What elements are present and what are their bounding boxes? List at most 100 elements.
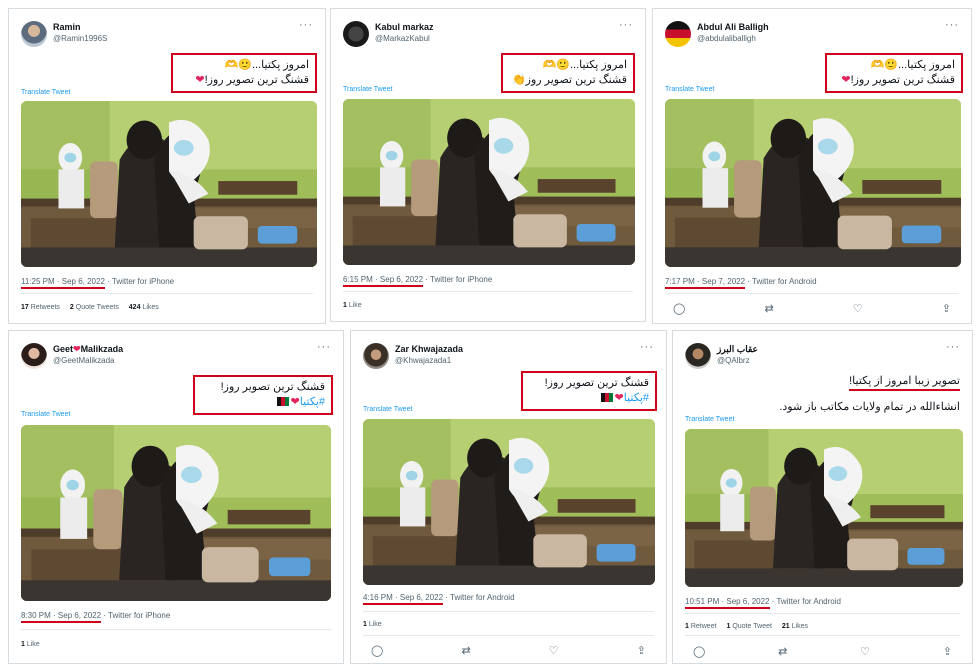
share-icon[interactable]: ⇪: [942, 302, 951, 315]
tweet-photo[interactable]: [343, 99, 635, 265]
avatar[interactable]: [21, 21, 47, 47]
avatar[interactable]: [21, 343, 47, 369]
reply-icon[interactable]: ◯: [673, 302, 685, 315]
user-handle[interactable]: @Ramin1996S: [53, 34, 107, 43]
tweet-photo[interactable]: [363, 419, 655, 585]
user-handle[interactable]: @abdulaliballigh: [697, 34, 756, 43]
display-name[interactable]: Ramin: [53, 22, 81, 32]
display-name[interactable]: Kabul markaz: [375, 22, 434, 32]
translate-tweet-link[interactable]: Translate Tweet: [363, 406, 412, 413]
tweet-card[interactable]: عقاب البرز @QAlbrz ··· تصویر زیبا امروز …: [672, 330, 973, 664]
tweet-card[interactable]: Ramin @Ramin1996S ··· امروز پکتیا...🙂🫶 ق…: [8, 8, 326, 324]
display-name[interactable]: عقاب البرز: [717, 344, 758, 355]
user-handle[interactable]: @GeetMalikzada: [53, 356, 114, 365]
photo-image: [363, 419, 655, 585]
tweet-text-line: قشنگ ترین تصویر روز👏: [511, 74, 627, 86]
translate-tweet-link[interactable]: Translate Tweet: [21, 411, 70, 418]
divider: [343, 291, 633, 292]
tweet-card[interactable]: Kabul markaz @MarkazKabul ··· امروز پکتی…: [330, 8, 646, 322]
tweet-stats: 1 Retweet 1 Quote Tweet 21 Likes: [685, 623, 816, 630]
tweet-timestamp[interactable]: 8:30 PM · Sep 6, 2022: [21, 611, 102, 623]
tweet-photo[interactable]: [665, 99, 961, 267]
hashtag-link[interactable]: #پکتیا: [300, 396, 325, 408]
user-handle[interactable]: @QAlbrz: [717, 356, 750, 365]
avatar[interactable]: [343, 21, 369, 47]
divider: [363, 635, 654, 636]
share-icon[interactable]: ⇪: [943, 645, 952, 658]
translate-tweet-link[interactable]: Translate Tweet: [665, 86, 714, 93]
like-icon[interactable]: ♡: [549, 644, 559, 657]
avatar[interactable]: [665, 21, 691, 47]
more-icon[interactable]: ···: [299, 19, 313, 31]
translate-tweet-link[interactable]: Translate Tweet: [685, 416, 734, 423]
tweet-text-line: قشنگ ترین تصویر روز!❤: [833, 73, 955, 88]
tweet-header: Ramin @Ramin1996S ···: [21, 19, 313, 51]
divider: [21, 629, 331, 630]
reply-icon[interactable]: ◯: [371, 644, 383, 657]
tweet-timestamp[interactable]: 6:15 PM · Sep 6, 2022: [343, 275, 424, 287]
tweet-text-line: امروز پکتیا...🙂🫶: [224, 59, 309, 71]
tweet-photo[interactable]: [21, 425, 331, 601]
tweet-header: Geet❤Malikzada @GeetMalikzada ···: [21, 341, 331, 373]
display-name[interactable]: Abdul Ali Balligh: [697, 22, 769, 32]
more-icon[interactable]: ···: [945, 19, 959, 31]
divider: [21, 293, 313, 294]
photo-image: [343, 99, 635, 265]
more-icon[interactable]: ···: [619, 19, 633, 31]
user-handle[interactable]: @Khwajazada1: [395, 356, 451, 365]
tweet-source: · Twitter for iPhone: [425, 275, 493, 284]
quote-tweets-stat[interactable]: 1 Quote Tweet: [727, 623, 772, 630]
like-icon[interactable]: ♡: [860, 645, 870, 658]
photo-image: [665, 99, 961, 267]
tweet-timestamp[interactable]: 11:25 PM · Sep 6, 2022: [21, 277, 105, 289]
retweet-icon[interactable]: ⇄: [778, 645, 787, 658]
display-name[interactable]: Geet❤Malikzada: [53, 344, 123, 355]
heart-icon: ❤: [614, 392, 624, 404]
share-icon[interactable]: ⇪: [637, 644, 646, 657]
tweet-source: · Twitter for Android: [771, 597, 841, 606]
avatar[interactable]: [363, 343, 389, 369]
hashtag-link[interactable]: #پکتیا: [624, 392, 649, 404]
avatar[interactable]: [685, 343, 711, 369]
tweet-text-span: قشنگ ترین تصویر روز!: [204, 74, 309, 86]
tweet-card[interactable]: Abdul Ali Balligh @abdulaliballigh ··· ا…: [652, 8, 972, 324]
tweet-photo[interactable]: [685, 429, 963, 587]
tweet-actions: ◯ ⇄ ♡ ⇪: [371, 643, 646, 657]
tweet-text: امروز پکتیا...🙂🫶 قشنگ ترین تصویر روز!❤: [171, 53, 317, 93]
retweet-icon[interactable]: ⇄: [461, 644, 470, 657]
tweet-text-line: #پکتیا❤: [201, 395, 325, 410]
translate-tweet-link[interactable]: Translate Tweet: [343, 86, 392, 93]
retweet-icon[interactable]: ⇄: [764, 302, 773, 315]
tweet-photo[interactable]: [21, 101, 317, 267]
likes-stat[interactable]: 424 Likes: [129, 304, 159, 311]
tweet-card[interactable]: Zar Khwajazada @Khwajazada1 ··· قشنگ تری…: [350, 330, 667, 664]
tweet-text-span: قشنگ ترین تصویر روز!: [850, 74, 955, 86]
tweet-timestamp[interactable]: 4:16 PM · Sep 6, 2022: [363, 593, 444, 605]
translate-tweet-link[interactable]: Translate Tweet: [21, 89, 70, 96]
likes-stat[interactable]: 1 Like: [363, 621, 382, 628]
quote-tweets-stat[interactable]: 2 Quote Tweets: [70, 304, 119, 311]
more-icon[interactable]: ···: [640, 341, 654, 353]
likes-stat[interactable]: 21 Likes: [782, 623, 808, 630]
flag-icon: [276, 397, 289, 406]
tweet-text-line: قشنگ ترین تصویر روز!: [220, 381, 325, 393]
tweet-text-line: انشاءالله در تمام ولایات مکاتب باز شود.: [779, 401, 960, 413]
more-icon[interactable]: ···: [317, 341, 331, 353]
tweet-meta: 4:16 PM · Sep 6, 2022 · Twitter for Andr…: [363, 593, 515, 605]
tweet-source: · Twitter for iPhone: [103, 611, 171, 620]
retweets-stat[interactable]: 17 Retweets: [21, 304, 60, 311]
tweet-text-line: امروز پکتیا...🙂🫶: [542, 59, 627, 71]
tweet-card[interactable]: Geet❤Malikzada @GeetMalikzada ··· قشنگ ت…: [8, 330, 344, 664]
likes-stat[interactable]: 1 Like: [21, 641, 40, 648]
tweet-header: Zar Khwajazada @Khwajazada1 ···: [363, 341, 654, 373]
tweet-timestamp[interactable]: 10:51 PM · Sep 6, 2022: [685, 597, 770, 609]
photo-image: [21, 425, 331, 601]
likes-stat[interactable]: 1 Like: [343, 302, 362, 309]
display-name[interactable]: Zar Khwajazada: [395, 344, 463, 354]
reply-icon[interactable]: ◯: [693, 645, 705, 658]
user-handle[interactable]: @MarkazKabul: [375, 34, 430, 43]
more-icon[interactable]: ···: [946, 341, 960, 353]
retweets-stat[interactable]: 1 Retweet: [685, 623, 717, 630]
tweet-timestamp[interactable]: 7:17 PM · Sep 7, 2022: [665, 277, 746, 289]
like-icon[interactable]: ♡: [853, 302, 863, 315]
